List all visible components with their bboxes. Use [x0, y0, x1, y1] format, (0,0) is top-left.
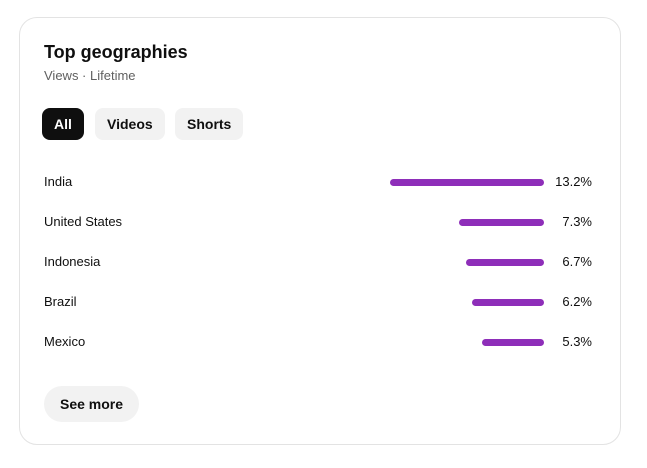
geo-percent: 6.7% [562, 254, 592, 269]
geo-row-2: Indonesia 6.7% [44, 250, 592, 274]
geo-country: Mexico [44, 334, 86, 349]
geo-bar [482, 339, 544, 346]
geo-country: Brazil [44, 294, 77, 309]
geo-bar-track [388, 339, 544, 346]
geo-bar-track [388, 299, 544, 306]
geo-row-3: Brazil 6.2% [44, 290, 592, 314]
top-geographies-card: Top geographies Views · Lifetime All Vid… [19, 17, 621, 445]
filter-chip-videos[interactable]: Videos [95, 108, 165, 140]
geo-bar [472, 299, 544, 306]
card-subtitle: Views · Lifetime [44, 68, 136, 83]
geo-bar-track [388, 179, 544, 186]
geo-bar-track [388, 219, 544, 226]
geo-percent: 13.2% [555, 174, 592, 189]
geo-country: Indonesia [44, 254, 101, 269]
geo-percent: 6.2% [562, 294, 592, 309]
geo-bar [390, 179, 544, 186]
geo-row-1: United States 7.3% [44, 210, 592, 234]
geo-bar [459, 219, 544, 226]
geo-country: India [44, 174, 73, 189]
filter-chip-all[interactable]: All [42, 108, 84, 140]
geo-row-4: Mexico 5.3% [44, 330, 592, 354]
geo-bar-track [388, 259, 544, 266]
see-more-button[interactable]: See more [44, 386, 140, 422]
geo-percent: 7.3% [562, 214, 592, 229]
geo-percent: 5.3% [562, 334, 592, 349]
geo-row-0: India 13.2% [44, 170, 592, 194]
card-title: Top geographies [44, 42, 188, 62]
filter-chip-shorts[interactable]: Shorts [175, 108, 244, 140]
geo-bar [466, 259, 544, 266]
geo-country: United States [44, 214, 123, 229]
